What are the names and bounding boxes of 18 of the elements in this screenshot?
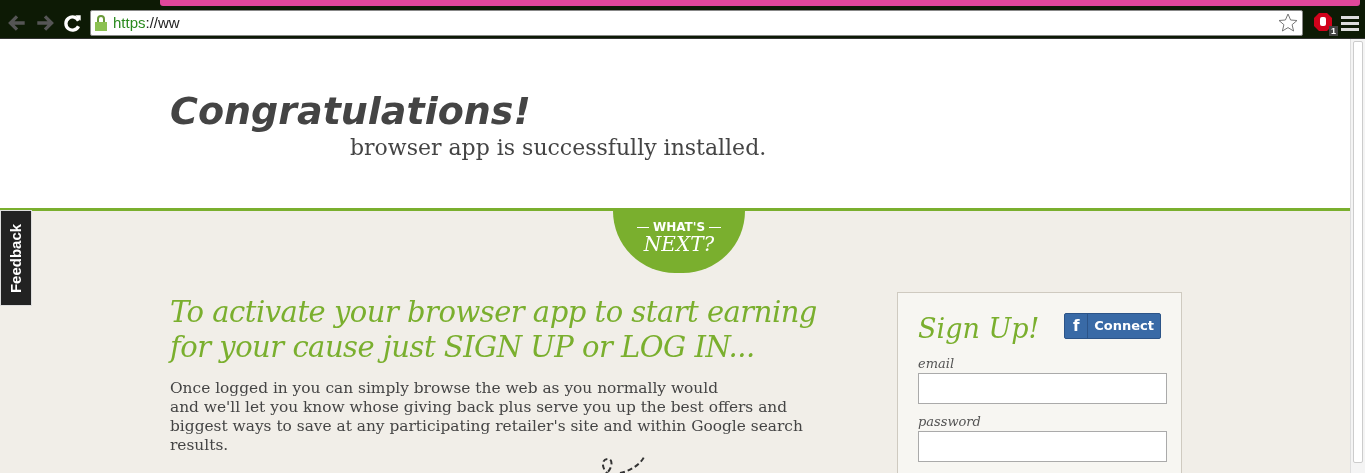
star-icon[interactable] (1278, 12, 1298, 33)
stop-hand-icon[interactable] (1313, 11, 1333, 32)
whats-next-badge: WHAT'S NEXT? (613, 211, 745, 273)
signup-title: Sign Up! (918, 313, 1040, 344)
facebook-connect-button[interactable]: f Connect (1064, 312, 1161, 339)
field-label: email (918, 356, 956, 371)
description-paragraph: Once logged in you can simply browse the web as you normally would and we'll let you know whose giving back plus serve you up the best offers and biggest ways to save at any participating retailer's site and within Google search results. (170, 379, 804, 455)
feedback-tab[interactable]: Feedback (0, 210, 32, 306)
field-label: password (918, 414, 982, 429)
menu-icon[interactable] (1341, 14, 1359, 31)
count-badge: 1 (1329, 25, 1338, 36)
page-title: Congratulations! (170, 89, 531, 133)
address-bar[interactable]: https://ww (90, 9, 1303, 36)
input-field[interactable] (918, 373, 1167, 404)
lock-icon (95, 14, 107, 31)
call-to-action-heading: To activate your browser app to start earning for your cause just SIGN UP or LOG IN... (170, 295, 817, 364)
subtitle: browser app is successfully installed. (350, 135, 767, 160)
input-field[interactable] (918, 431, 1167, 462)
